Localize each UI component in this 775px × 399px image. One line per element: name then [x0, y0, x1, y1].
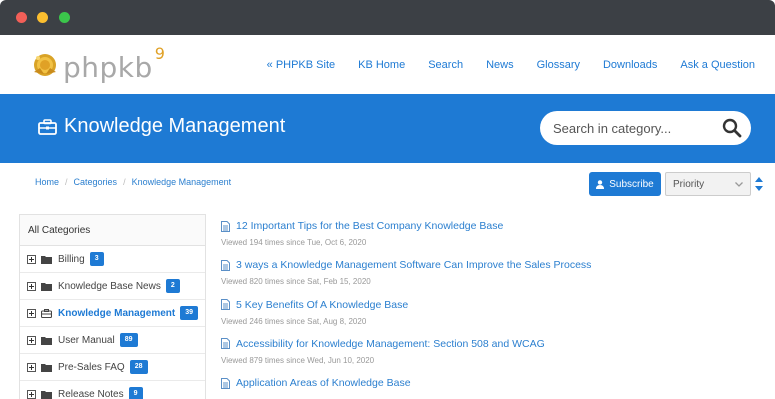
article-meta: Viewed 194 times since Tue, Oct 6, 2020 [221, 238, 367, 247]
document-icon [221, 338, 230, 350]
maximize-window-button[interactable] [59, 12, 70, 23]
category-banner: Knowledge Management [0, 94, 775, 163]
page-title-text: Knowledge Management [64, 115, 286, 137]
breadcrumb-home[interactable]: Home [35, 177, 59, 187]
sort-selected-value: Priority [673, 178, 705, 190]
count-badge: 28 [129, 360, 148, 374]
breadcrumb-separator: / [123, 177, 126, 187]
sidebar-heading: All Categories [20, 215, 205, 246]
document-icon [221, 377, 230, 389]
subscribe-button[interactable]: Subscribe [589, 172, 661, 196]
expand-plus-icon[interactable] [27, 362, 36, 372]
nav-downloads[interactable]: Downloads [603, 59, 657, 71]
sidebar-item-label: Billing [58, 253, 85, 265]
sidebar-item-label: Knowledge Management [58, 307, 176, 319]
subscribe-label: Subscribe [609, 178, 654, 190]
expand-plus-icon[interactable] [27, 281, 36, 291]
expand-plus-icon[interactable] [27, 254, 36, 264]
site-logo[interactable]: phpkb 9 [30, 43, 165, 85]
briefcase-icon [41, 308, 52, 318]
folder-icon [41, 363, 52, 372]
briefcase-icon [38, 118, 57, 135]
sidebar-item-pre-sales-faq[interactable]: Pre-Sales FAQ 28 [20, 354, 205, 381]
document-icon [221, 220, 230, 232]
article-meta: Viewed 879 times since Wed, Jun 10, 2020 [221, 355, 375, 365]
document-icon [221, 299, 230, 311]
coin-logo-icon [34, 54, 56, 76]
site-header: phpkb 9 « PHPKB Site KB Home Search News… [0, 35, 775, 94]
sidebar-item-label: Pre-Sales FAQ [58, 361, 125, 373]
article-link[interactable]: 5 Key Benefits Of A Knowledge Base [236, 299, 408, 311]
nav-phpkb-site[interactable]: « PHPKB Site [267, 59, 335, 71]
user-icon [596, 179, 605, 189]
nav-search[interactable]: Search [428, 59, 463, 71]
category-search-box [540, 111, 751, 145]
folder-icon [41, 390, 52, 399]
article-list: 12 Important Tips for the Best Company K… [221, 220, 761, 399]
expand-plus-icon[interactable] [27, 308, 36, 318]
nav-kb-home[interactable]: KB Home [358, 59, 405, 71]
article-link[interactable]: 3 ways a Knowledge Management Software C… [236, 259, 591, 271]
window-titlebar [0, 0, 775, 35]
sidebar-item-knowledge-management[interactable]: Knowledge Management 39 [20, 300, 205, 327]
logo-version: 9 [154, 43, 165, 63]
list-item: Accessibility for Knowledge Management: … [221, 338, 761, 377]
breadcrumb-current[interactable]: Knowledge Management [132, 177, 232, 187]
chevron-down-icon [735, 182, 743, 187]
article-meta: Viewed 246 times since Sat, Aug 8, 2020 [221, 316, 367, 326]
search-icon[interactable] [722, 118, 742, 138]
count-badge: 39 [180, 306, 199, 320]
sidebar-item-billing[interactable]: Billing 3 [20, 246, 205, 273]
sidebar-item-user-manual[interactable]: User Manual 89 [20, 327, 205, 354]
logo-text: phpkb [63, 50, 153, 84]
expand-plus-icon[interactable] [27, 335, 36, 345]
category-sidebar: All Categories Billing 3 Knowledge Base … [19, 214, 206, 399]
article-link[interactable]: Accessibility for Knowledge Management: … [236, 338, 545, 350]
expand-plus-icon[interactable] [27, 389, 36, 399]
folder-icon [41, 282, 52, 291]
folder-icon [41, 255, 52, 264]
count-badge: 9 [128, 387, 143, 399]
nav-ask-a-question[interactable]: Ask a Question [680, 59, 755, 71]
article-meta: Viewed 820 times since Sat, Feb 15, 2020 [221, 277, 371, 287]
breadcrumb: Home / Categories / Knowledge Management [35, 177, 231, 187]
list-item: 3 ways a Knowledge Management Software C… [221, 259, 761, 298]
page-title: Knowledge Management [38, 115, 285, 138]
sort-order-icon[interactable] [755, 176, 763, 192]
document-icon [221, 259, 230, 271]
breadcrumb-separator: / [65, 177, 68, 187]
breadcrumb-categories[interactable]: Categories [74, 177, 118, 187]
nav-glossary[interactable]: Glossary [537, 59, 580, 71]
count-badge: 2 [165, 279, 180, 293]
folder-icon [41, 336, 52, 345]
list-item: Application Areas of Knowledge Base [221, 377, 761, 399]
close-window-button[interactable] [16, 12, 27, 23]
sidebar-item-label: Knowledge Base News [58, 280, 161, 292]
count-badge: 89 [119, 333, 138, 347]
article-link[interactable]: 12 Important Tips for the Best Company K… [236, 220, 503, 232]
list-item: 5 Key Benefits Of A Knowledge Base Viewe… [221, 299, 761, 338]
category-search-input[interactable] [553, 111, 713, 145]
article-link[interactable]: Application Areas of Knowledge Base [236, 377, 411, 389]
top-navigation: « PHPKB Site KB Home Search News Glossar… [244, 35, 755, 94]
sidebar-item-label: User Manual [58, 334, 115, 346]
list-item: 12 Important Tips for the Best Company K… [221, 220, 761, 259]
sidebar-item-label: Release Notes [58, 388, 124, 399]
sort-select[interactable]: Priority [665, 172, 751, 196]
count-badge: 3 [89, 252, 104, 266]
nav-news[interactable]: News [486, 59, 514, 71]
sidebar-item-release-notes[interactable]: Release Notes 9 [20, 381, 205, 399]
sidebar-item-knowledge-base-news[interactable]: Knowledge Base News 2 [20, 273, 205, 300]
minimize-window-button[interactable] [37, 12, 48, 23]
